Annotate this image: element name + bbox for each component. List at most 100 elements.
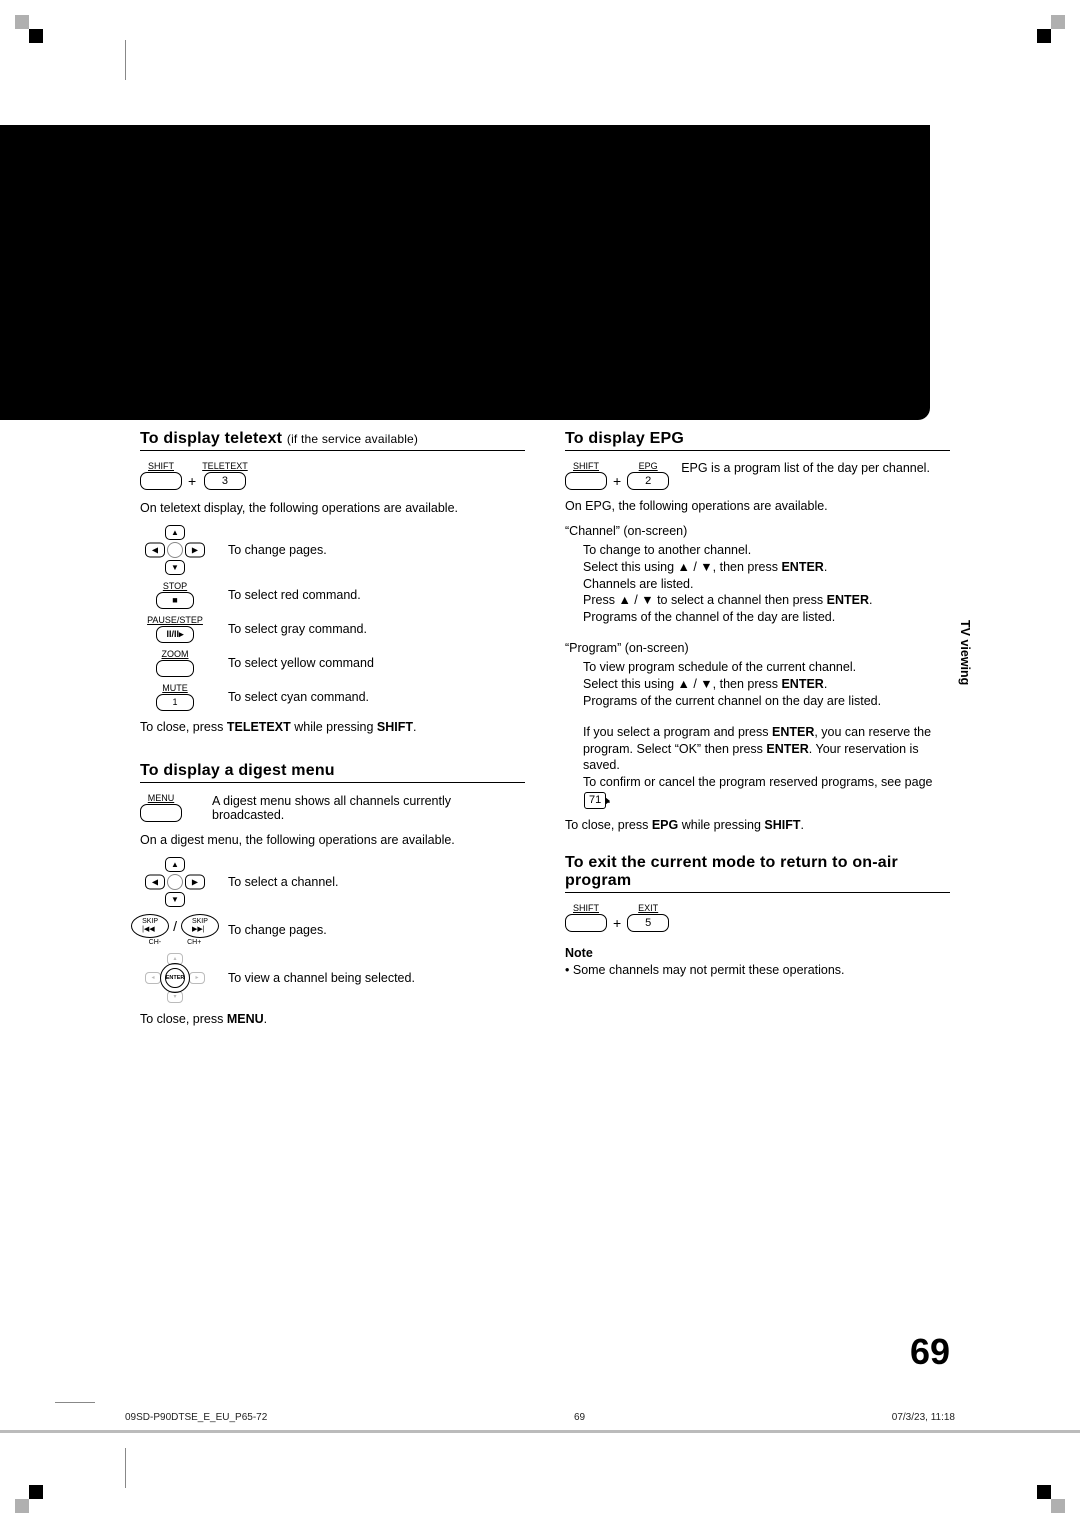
mute-button-icon: MUTE 1 <box>140 684 210 711</box>
op-desc: To change pages. <box>228 543 525 557</box>
p2b: / <box>690 677 700 691</box>
footer-bar <box>0 1430 1080 1433</box>
zoom-button-icon: ZOOM <box>140 650 210 677</box>
op-desc: To view a channel being selected. <box>228 971 525 985</box>
footer: 09SD-P90DTSE_E_EU_P65-72 69 07/3/23, 11:… <box>125 1412 955 1423</box>
footer-center: 69 <box>574 1412 585 1423</box>
op-cyan: MUTE 1 To select cyan command. <box>140 684 525 711</box>
pause-button-icon: PAUSE/STEP II/II▸ <box>140 616 210 643</box>
page-number: 69 <box>910 1331 950 1373</box>
crop-mark <box>125 1448 126 1488</box>
shift-key: SHIFT <box>565 903 607 932</box>
reserve-block: If you select a program and press ENTER,… <box>583 724 950 809</box>
p1: To view program schedule of the current … <box>583 660 856 674</box>
l4b: / <box>631 593 641 607</box>
key-shape: 5 <box>627 914 669 932</box>
side-tab: TV viewing <box>958 620 972 685</box>
footer-left: 09SD-P90DTSE_E_EU_P65-72 <box>125 1412 267 1423</box>
channel-head: “Channel” (on-screen) <box>565 523 950 540</box>
stop-button-icon: STOP ■ <box>140 582 210 609</box>
epg-title: To display EPG <box>565 430 950 451</box>
key-num: 1 <box>156 694 194 711</box>
content: To display teletext (if the service avai… <box>140 430 950 1036</box>
epg-key: EPG 2 <box>627 461 669 490</box>
digest-menu-key: MENU A digest menu shows all channels cu… <box>140 793 525 822</box>
shift-key: SHIFT <box>565 461 607 490</box>
teletext-title: To display teletext (if the service avai… <box>140 430 525 451</box>
key-shape <box>140 804 182 822</box>
l1: To change to another channel. <box>583 543 751 557</box>
digest-intro: On a digest menu, the following operatio… <box>140 832 525 849</box>
exit-key: EXIT 5 <box>627 903 669 932</box>
op-desc: To select a channel. <box>228 875 525 889</box>
icon-label: PAUSE/STEP <box>147 616 203 625</box>
p2a: Select this using <box>583 677 678 691</box>
dpad-icon: ▲ ▼ ◀ ▶ <box>140 857 210 907</box>
crop-mark <box>55 1402 95 1403</box>
r2a: To confirm or cancel the program reserve… <box>583 775 932 789</box>
l3: Channels are listed. <box>583 577 693 591</box>
up-arrow-icon: ▲ <box>618 593 630 607</box>
op-desc: To change pages. <box>228 923 525 937</box>
op-change-pages: ▲ ▼ ◀ ▶ To change pages. <box>140 525 525 575</box>
key-shape: 2 <box>627 472 669 490</box>
op-gray: PAUSE/STEP II/II▸ To select gray command… <box>140 616 525 643</box>
l4a: Press <box>583 593 618 607</box>
icon-label: MUTE <box>162 684 188 693</box>
plus-icon: + <box>613 473 621 490</box>
epg-key-row: SHIFT + EPG 2 EPG is a program list of t… <box>565 461 950 490</box>
up-arrow-icon: ▲ <box>678 677 690 691</box>
icon-label: STOP <box>163 582 187 591</box>
page-ref: 71 <box>584 792 606 809</box>
op-desc: To select red command. <box>228 588 525 602</box>
title-sub: (if the service available) <box>287 432 418 446</box>
epg-intro: On EPG, the following operations are ava… <box>565 498 950 515</box>
p3: Programs of the current channel on the d… <box>583 694 881 708</box>
note-title: Note <box>565 946 950 960</box>
exit-title: To exit the current mode to return to on… <box>565 854 950 893</box>
op-view-channel: ▴ ▾ ◂ ▸ ENTER To view a channel being se… <box>140 953 525 1003</box>
digest-side-text: A digest menu shows all channels current… <box>212 794 525 822</box>
plus-icon: + <box>613 915 621 932</box>
op-digest-change-pages: SKIP|◀◀ / SKIP▶▶| CH- CH+ To change page… <box>140 914 525 946</box>
channel-block: To change to another channel. Select thi… <box>583 542 950 626</box>
registration-tr <box>1035 15 1065 45</box>
down-arrow-icon: ▼ <box>700 560 712 574</box>
epg-side-text: EPG is a program list of the day per cha… <box>681 461 950 475</box>
enter-button-icon: ▴ ▾ ◂ ▸ ENTER <box>140 953 210 1003</box>
program-head: “Program” (on-screen) <box>565 640 950 657</box>
key-label: TELETEXT <box>202 461 248 471</box>
title-text: To display teletext <box>140 430 282 447</box>
down-arrow-icon: ▼ <box>641 593 653 607</box>
digest-close: To close, press MENU. <box>140 1011 525 1028</box>
op-desc: To select yellow command <box>228 656 525 670</box>
enter-label: ENTER <box>165 968 185 988</box>
down-arrow-icon: ▼ <box>700 677 712 691</box>
teletext-close: To close, press TELETEXT while pressing … <box>140 719 525 736</box>
header-black-bar <box>0 125 930 420</box>
left-column: To display teletext (if the service avai… <box>140 430 525 1036</box>
teletext-keycombo: SHIFT + TELETEXT 3 <box>140 461 525 490</box>
registration-tl <box>15 15 45 45</box>
op-desc: To select gray command. <box>228 622 525 636</box>
key-shape <box>565 914 607 932</box>
key-label: EPG <box>639 461 658 471</box>
p2c: , then press ENTER. <box>713 677 828 691</box>
op-yellow: ZOOM To select yellow command <box>140 650 525 677</box>
l4c: to select a channel then press ENTER. <box>654 593 873 607</box>
op-red: STOP ■ To select red command. <box>140 582 525 609</box>
digest-title: To display a digest menu <box>140 762 525 783</box>
up-arrow-icon: ▲ <box>678 560 690 574</box>
key-shape <box>140 472 182 490</box>
icon-label: ZOOM <box>162 650 189 659</box>
epg-close: To close, press EPG while pressing SHIFT… <box>565 817 950 834</box>
op-desc: To select cyan command. <box>228 690 525 704</box>
dpad-icon: ▲ ▼ ◀ ▶ <box>140 525 210 575</box>
teletext-intro: On teletext display, the following opera… <box>140 500 525 517</box>
l5: Programs of the channel of the day are l… <box>583 610 835 624</box>
shift-key: SHIFT <box>140 461 182 490</box>
l2c: , then press ENTER. <box>713 560 828 574</box>
crop-mark <box>125 40 126 80</box>
key-label: MENU <box>148 793 175 803</box>
exit-keycombo: SHIFT + EXIT 5 <box>565 903 950 932</box>
